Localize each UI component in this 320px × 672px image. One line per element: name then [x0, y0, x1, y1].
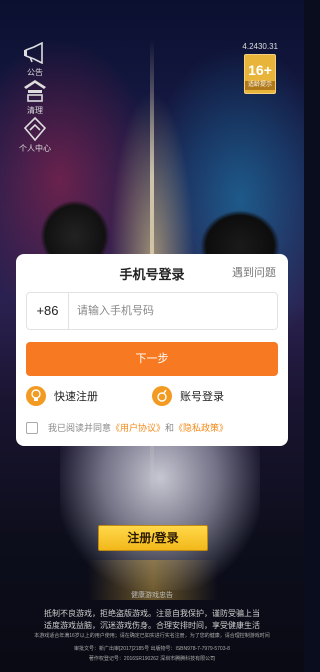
agreement-text: 我已阅读并同意《用户协议》和《隐私政策》	[48, 421, 228, 434]
account-login-option[interactable]: 账号登录	[152, 385, 224, 407]
user-center-icon	[20, 116, 50, 142]
age-rating-tip[interactable]: 适龄提示	[245, 81, 275, 90]
privacy-policy-link[interactable]: 《隐私政策》	[174, 423, 228, 433]
sidebar-item-label: 公告	[27, 68, 43, 77]
quick-register-option[interactable]: 快速注册	[26, 385, 98, 407]
sidebar-item-user-center[interactable]: 个人中心	[14, 116, 56, 154]
publication-info: 审批文号：新广出审[2017]2185号 出版物号：ISBN978-7-7979…	[74, 646, 230, 652]
phone-input[interactable]	[69, 294, 269, 328]
health-advice-title: 健康游戏忠告	[131, 592, 173, 599]
age-rating-badge: 16+ 适龄提示	[244, 54, 276, 94]
version-label: 4.2430.31	[242, 42, 278, 51]
copyright-info: 著作权登记号：2016SR190262 深圳市腾腾科技有限公司	[88, 656, 216, 662]
agreement-row: 我已阅读并同意《用户协议》和《隐私政策》	[26, 421, 228, 434]
sidebar-item-label: 清理	[27, 106, 43, 115]
left-character-silhouette	[40, 200, 110, 260]
health-advice-line: 抵制不良游戏，拒绝盗版游戏。注意自我保护，谨防受骗上当	[44, 609, 260, 618]
register-login-button[interactable]: 注册/登录	[98, 525, 208, 551]
country-code[interactable]: +86	[27, 292, 69, 330]
broom-icon	[20, 78, 50, 104]
age-notice: 本游戏适合年满16岁以上的用户使用；请在确定已如实进行实名注册，为了您的健康，请…	[34, 633, 270, 639]
account-icon	[152, 386, 172, 406]
user-agreement-link[interactable]: 《用户协议》	[111, 423, 165, 433]
login-dialog: 手机号登录 遇到问题 +86 下一步 快速注册 账号登录 我已阅读并同意《用户协…	[16, 254, 288, 446]
sidebar-item-label: 个人中心	[19, 144, 51, 153]
lightbulb-icon	[26, 386, 46, 406]
health-advice-line: 适度游戏益脑，沉迷游戏伤身。合理安排时间，享受健康生活	[44, 621, 260, 630]
agreement-prefix: 我已阅读并同意	[48, 423, 112, 433]
sidebar-item-clean[interactable]: 清理	[14, 78, 56, 116]
age-rating-number: 16+	[248, 62, 272, 78]
sidebar-item-announcement[interactable]: 公告	[14, 40, 56, 78]
quick-register-label: 快速注册	[54, 391, 98, 403]
megaphone-icon	[20, 40, 50, 66]
agreement-checkbox[interactable]	[26, 421, 38, 434]
agreement-and: 和	[165, 423, 175, 433]
phone-field: +86	[26, 292, 278, 330]
account-login-label: 账号登录	[180, 391, 224, 403]
next-step-button[interactable]: 下一步	[26, 342, 278, 376]
help-link[interactable]: 遇到问题	[232, 264, 276, 280]
